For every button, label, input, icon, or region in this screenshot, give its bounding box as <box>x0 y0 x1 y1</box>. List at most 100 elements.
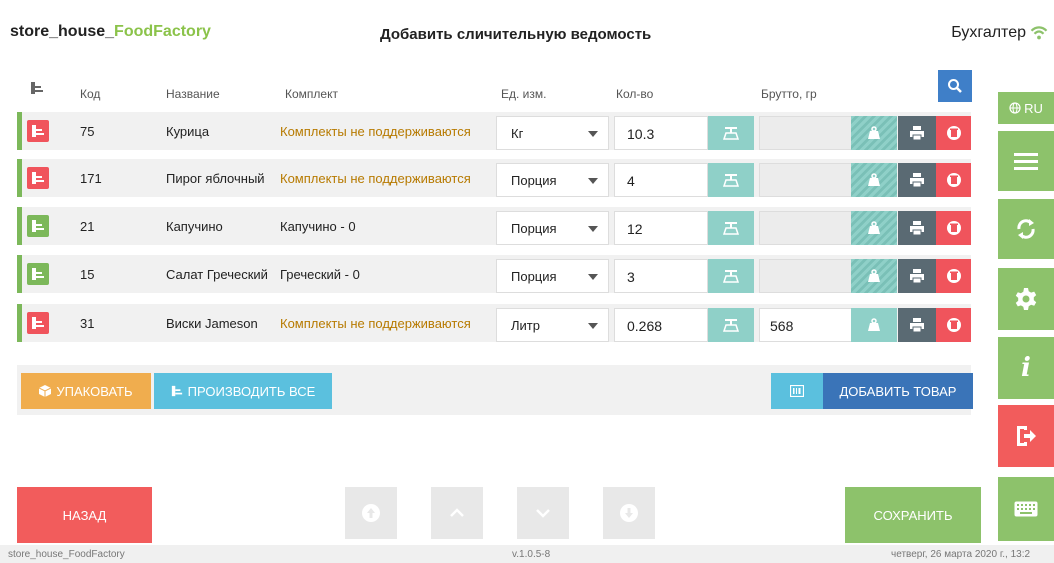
row-code: 75 <box>80 124 95 139</box>
pack-button[interactable]: УПАКОВАТЬ <box>21 373 151 409</box>
add-item-button[interactable]: ДОБАВИТЬ ТОВАР <box>823 373 973 409</box>
delete-button[interactable] <box>936 163 971 197</box>
scale-button[interactable] <box>708 259 754 293</box>
weight-icon <box>868 269 880 282</box>
caret-down-icon <box>588 226 598 232</box>
brutto-input[interactable] <box>759 163 855 197</box>
produce-icon <box>171 385 182 397</box>
scroll-top-button[interactable] <box>345 487 397 539</box>
produce-toggle-icon[interactable] <box>27 215 49 237</box>
qty-input[interactable]: 0.268 <box>614 308 708 342</box>
unit-select-value: Кг <box>511 126 524 141</box>
unit-select[interactable]: Порция <box>496 211 609 245</box>
qty-value: 4 <box>627 173 635 189</box>
unit-select[interactable]: Литр <box>496 308 609 342</box>
app-title: store_house_FoodFactory <box>10 23 211 41</box>
language-button[interactable]: RU <box>998 92 1054 124</box>
brutto-input[interactable]: 568 <box>759 308 855 342</box>
print-icon <box>910 126 924 140</box>
delete-button[interactable] <box>936 116 971 150</box>
scale-button[interactable] <box>708 211 754 245</box>
scale-button[interactable] <box>708 308 754 342</box>
scroll-down-button[interactable] <box>517 487 569 539</box>
column-header-qty: Кол-во <box>616 87 654 101</box>
pack-button-label: УПАКОВАТЬ <box>56 383 133 399</box>
keyboard-icon <box>1014 501 1038 517</box>
delete-icon <box>946 318 961 332</box>
weigh-button[interactable] <box>851 116 897 150</box>
scale-button[interactable] <box>708 163 754 197</box>
unit-select-value: Порция <box>511 221 557 236</box>
print-button[interactable] <box>898 211 936 245</box>
row-name: Пирог яблочный <box>166 171 265 186</box>
qty-input[interactable]: 10.3 <box>614 116 708 150</box>
caret-down-icon <box>588 131 598 137</box>
print-icon <box>910 221 924 235</box>
unit-select[interactable]: Кг <box>496 116 609 150</box>
info-button[interactable]: i <box>998 337 1054 399</box>
print-button[interactable] <box>898 163 936 197</box>
qty-value: 10.3 <box>627 126 655 142</box>
delete-button[interactable] <box>936 211 971 245</box>
menu-button[interactable] <box>998 131 1054 191</box>
brutto-value: 568 <box>770 318 794 334</box>
back-button-label: НАЗАД <box>62 507 107 523</box>
row-kit: Капучино - 0 <box>280 219 356 234</box>
caret-down-icon <box>588 323 598 329</box>
qty-input[interactable]: 12 <box>614 211 708 245</box>
qty-input[interactable]: 4 <box>614 163 708 197</box>
delete-button[interactable] <box>936 259 971 293</box>
header: store_house_FoodFactory Добавить сличите… <box>0 0 1054 58</box>
footer-datetime: четверг, 26 марта 2020 г., 13:2 <box>891 549 1031 560</box>
produce-toggle-icon[interactable] <box>27 120 49 142</box>
search-button[interactable] <box>938 70 972 102</box>
weigh-button[interactable] <box>851 259 897 293</box>
logout-icon <box>1017 426 1036 446</box>
language-label: RU <box>1024 100 1043 116</box>
brutto-input[interactable] <box>759 116 855 150</box>
unit-select[interactable]: Порция <box>496 163 609 197</box>
row-name: Салат Греческий <box>166 267 268 282</box>
print-icon <box>910 318 924 332</box>
row-code: 15 <box>80 267 95 282</box>
caret-down-icon <box>588 178 598 184</box>
weight-icon <box>868 318 880 331</box>
scroll-bottom-button[interactable] <box>603 487 655 539</box>
weigh-button[interactable] <box>851 211 897 245</box>
search-icon <box>948 79 962 93</box>
table-row: 21 Капучино Капучино - 0 Порция 12 <box>17 207 971 245</box>
column-header-name: Название <box>166 87 220 101</box>
row-kit: Комплекты не поддерживаются <box>280 124 471 139</box>
delete-button[interactable] <box>936 308 971 342</box>
print-button[interactable] <box>898 259 936 293</box>
scale-button[interactable] <box>708 116 754 150</box>
scroll-up-button[interactable] <box>431 487 483 539</box>
arrow-circle-down-icon <box>620 504 638 522</box>
brutto-input[interactable] <box>759 259 855 293</box>
back-button[interactable]: НАЗАД <box>17 487 152 543</box>
weight-icon <box>868 173 880 186</box>
column-header-unit: Ед. изм. <box>501 87 547 101</box>
produce-all-button[interactable]: ПРОИЗВОДИТЬ ВСЕ <box>154 373 332 409</box>
delete-icon <box>946 221 961 235</box>
barcode-button[interactable] <box>771 373 823 409</box>
scale-icon <box>723 222 739 235</box>
produce-toggle-icon[interactable] <box>27 167 49 189</box>
unit-select[interactable]: Порция <box>496 259 609 293</box>
save-button[interactable]: СОХРАНИТЬ <box>845 487 981 543</box>
logout-button[interactable] <box>998 405 1054 467</box>
qty-input[interactable]: 3 <box>614 259 708 293</box>
brutto-input[interactable] <box>759 211 855 245</box>
print-button[interactable] <box>898 308 936 342</box>
produce-toggle-icon[interactable] <box>27 263 49 285</box>
weigh-button[interactable] <box>851 308 897 342</box>
produce-toggle-icon[interactable] <box>27 312 49 334</box>
keyboard-button[interactable] <box>998 477 1054 541</box>
weigh-button[interactable] <box>851 163 897 197</box>
sync-button[interactable] <box>998 199 1054 259</box>
user-name[interactable]: Бухгалтер <box>951 24 1026 42</box>
print-button[interactable] <box>898 116 936 150</box>
settings-button[interactable] <box>998 268 1054 330</box>
produce-column-icon <box>31 82 43 94</box>
table-row: 75 Курица Комплекты не поддерживаются Кг… <box>17 112 971 150</box>
